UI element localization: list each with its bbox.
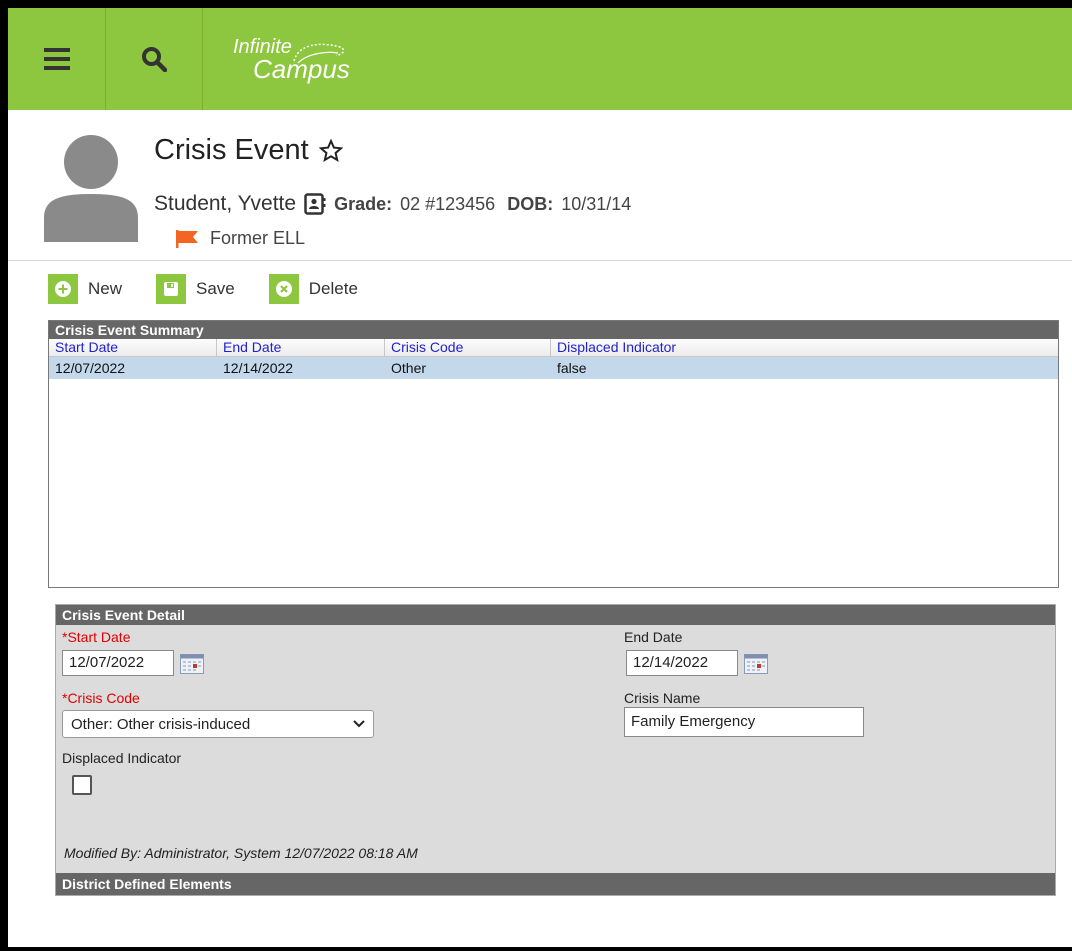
grade-label: Grade: [334, 193, 393, 214]
avatar [44, 135, 138, 242]
program-flag-label: Former ELL [210, 228, 306, 248]
crisis-code-select[interactable]: Other: Other crisis-induced [62, 710, 374, 738]
crisis-event-detail: Crisis Event Detail *Start Date 12/07/20… [55, 604, 1056, 896]
header-divider [8, 260, 1072, 261]
start-date-label: *Start Date [62, 629, 131, 645]
table-row[interactable]: 12/07/2022 12/14/2022 Other false [49, 357, 1058, 379]
end-date-input[interactable]: 12/14/2022 [626, 650, 738, 676]
crisis-name-label: Crisis Name [624, 690, 701, 706]
student-name: Student, Yvette [154, 192, 297, 215]
new-label: New [88, 279, 123, 298]
modified-by-text: Modified By: Administrator, System 12/07… [64, 845, 418, 861]
delete-icon-box [268, 274, 299, 304]
summary-header-row: Start Date End Date Crisis Code Displace… [49, 339, 1058, 357]
delete-button[interactable]: Delete [268, 274, 358, 304]
delete-label: Delete [308, 279, 358, 298]
student-info: Student, Yvette Grade: 02 #123456 DOB: 1… [154, 192, 631, 216]
contact-card-icon[interactable] [304, 193, 326, 215]
save-label: Save [196, 279, 235, 298]
page-title-text: Crisis Event [154, 134, 309, 166]
col-start-date[interactable]: Start Date [49, 339, 217, 356]
cell-crisis-code: Other [391, 360, 427, 376]
start-date-input[interactable]: 12/07/2022 [62, 650, 174, 676]
close-circle-icon [275, 281, 292, 297]
page-title: Crisis Event [154, 134, 343, 167]
crisis-name-input[interactable]: Family Emergency [624, 707, 864, 737]
crisis-event-summary: Crisis Event Summary Start Date End Date… [48, 320, 1059, 588]
star-icon[interactable] [318, 138, 343, 163]
col-end-date[interactable]: End Date [217, 339, 385, 356]
search-button[interactable] [106, 8, 203, 110]
detail-title: Crisis Event Detail [56, 605, 1055, 625]
hamburger-icon [43, 48, 70, 70]
displaced-indicator-checkbox[interactable] [72, 775, 92, 795]
app-window: Infinite Campus Crisis Event Student, Yv… [0, 0, 1072, 951]
new-button[interactable]: New [48, 274, 122, 304]
cell-end-date: 12/14/2022 [223, 360, 294, 376]
calendar-icon[interactable] [180, 654, 204, 674]
chevron-down-icon [353, 720, 365, 728]
col-displaced-indicator[interactable]: Displaced Indicator [551, 339, 851, 356]
save-icon-box [156, 274, 187, 304]
end-date-label: End Date [624, 629, 683, 645]
district-defined-elements[interactable]: District Defined Elements [56, 873, 1055, 895]
dob-label: DOB: [507, 193, 554, 214]
save-button[interactable]: Save [156, 274, 235, 304]
new-icon-box [48, 274, 78, 304]
logo-swoosh-icon [293, 43, 345, 64]
crisis-code-value: Other: Other crisis-induced [71, 715, 251, 733]
grade-value: 02 #123456 [400, 193, 496, 214]
dob-value: 10/31/14 [561, 193, 632, 214]
cell-displaced-indicator: false [557, 360, 587, 376]
action-toolbar: New Save Delete [48, 274, 392, 304]
flag-icon [176, 229, 198, 248]
calendar-icon[interactable] [744, 654, 768, 674]
menu-button[interactable] [8, 8, 106, 110]
app-logo[interactable]: Infinite Campus [203, 8, 350, 110]
top-bar: Infinite Campus [8, 8, 1072, 110]
program-flag[interactable]: Former ELL [176, 228, 305, 249]
crisis-code-label: *Crisis Code [62, 690, 140, 706]
search-icon [142, 47, 167, 72]
col-crisis-code[interactable]: Crisis Code [385, 339, 551, 356]
cell-start-date: 12/07/2022 [55, 360, 126, 376]
summary-title: Crisis Event Summary [49, 321, 1058, 339]
floppy-disk-icon [164, 282, 179, 296]
displaced-indicator-label: Displaced Indicator [62, 750, 182, 766]
plus-circle-icon [55, 281, 71, 297]
